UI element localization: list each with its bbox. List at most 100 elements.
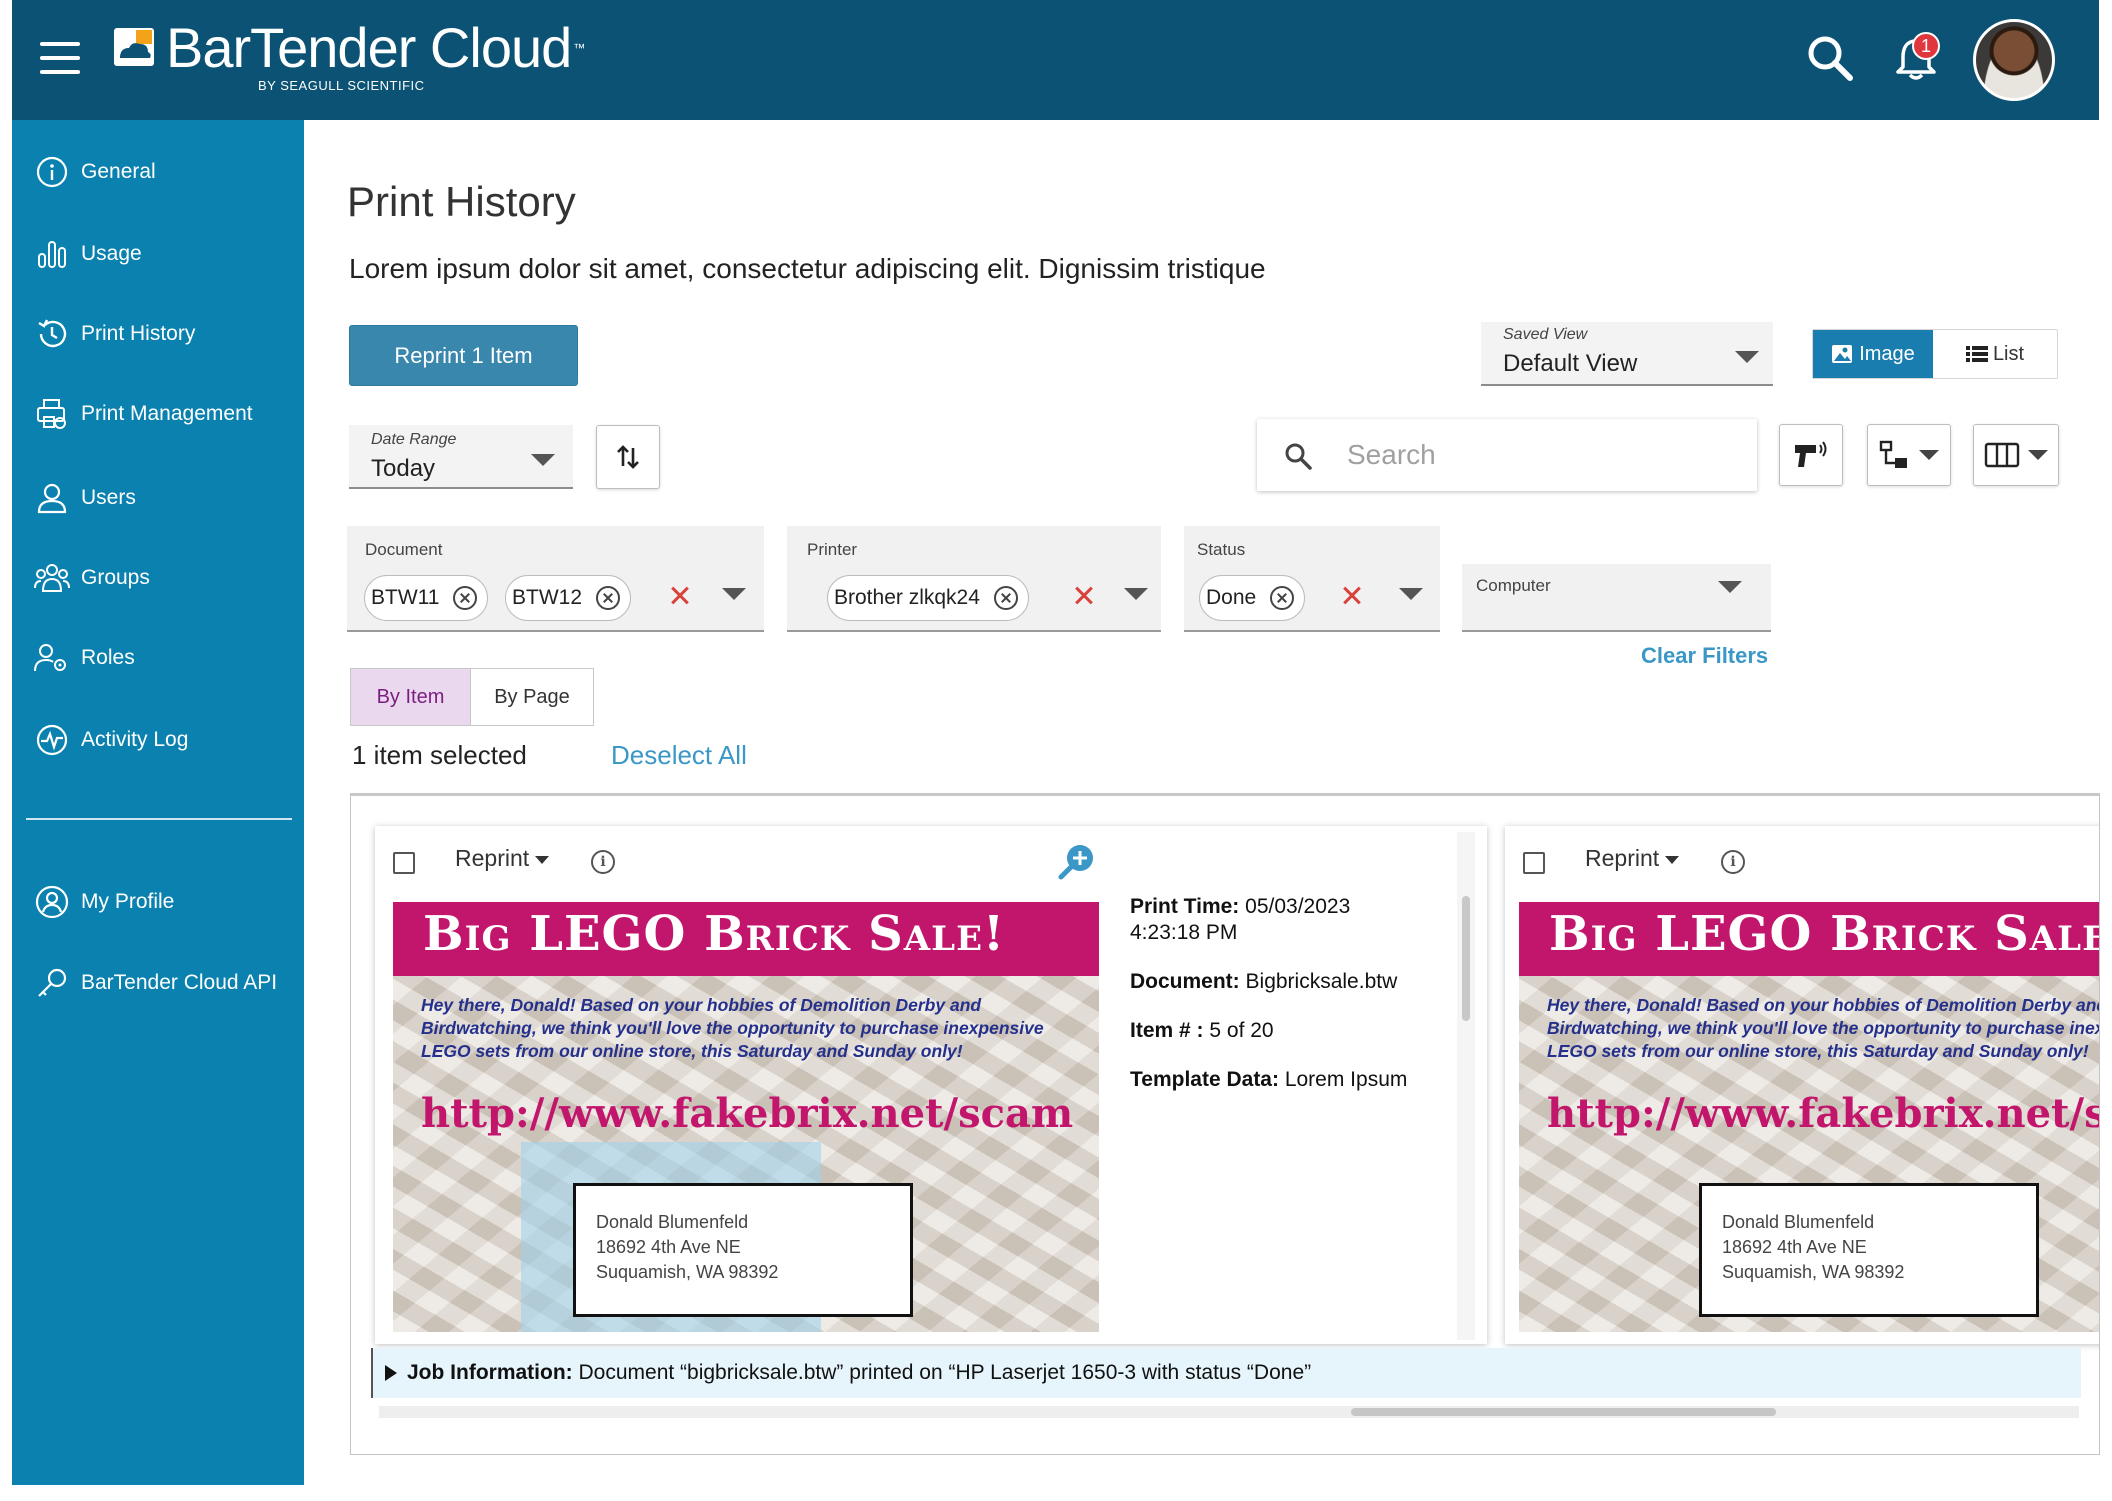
clear-printer-filter-icon[interactable] [1073,584,1095,606]
scanner-button[interactable] [1779,424,1843,486]
job-information-row[interactable]: Job Information: Document “bigbricksale.… [371,1348,2081,1398]
brand-name: BarTender Cloud [166,16,572,79]
chevron-down-icon [1735,351,1759,363]
horizontal-scrollbar[interactable] [1351,1408,1776,1416]
sidebar-item-usage[interactable]: Usage [12,226,304,282]
brand-logo[interactable]: BarTender Cloud ™ BY SEAGULL SCIENTIFIC [114,20,585,100]
printer-filter-label: Printer [807,540,858,559]
chevron-down-icon [2028,450,2048,460]
item-number-value: 5 of 20 [1209,1019,1274,1042]
reprint-dropdown-label: Reprint [1585,845,1660,871]
info-circle-icon [34,154,70,190]
sidebar-divider [26,818,292,820]
menu-icon[interactable] [40,42,80,74]
date-range-select[interactable]: Date Range Today [349,425,573,489]
sidebar-item-api[interactable]: BarTender Cloud API [12,955,304,1011]
sidebar-item-activity-log[interactable]: Activity Log [12,712,304,768]
info-icon[interactable]: i [1721,850,1745,874]
filter-chip-printer[interactable]: Brother zlkqk24 [827,575,1029,621]
user-gear-icon [34,640,70,676]
filter-chip-done[interactable]: Done [1199,575,1306,621]
group-icon [34,560,70,596]
document-filter[interactable]: Document BTW11 BTW12 [347,526,764,632]
image-icon [1832,345,1853,363]
label-address-box: Donald Blumenfeld 18692 4th Ave NE Suqua… [1699,1183,2039,1317]
label-preview-image[interactable]: Big LEGO Brick Sale! Hey there, Donald! … [393,902,1099,1332]
status-filter-label: Status [1197,540,1246,559]
sidebar-item-print-management[interactable]: Print Management [12,386,304,442]
user-icon [34,480,70,516]
chevron-down-icon[interactable] [1399,588,1423,600]
sidebar-item-users[interactable]: Users [12,470,304,526]
document-value: Bigbricksale.btw [1245,970,1398,993]
bar-chart-icon [34,236,70,272]
sidebar-item-my-profile[interactable]: My Profile [12,874,304,930]
chevron-down-icon[interactable] [722,588,746,600]
list-view-button[interactable]: List [1933,330,2057,378]
chip-remove-icon[interactable] [453,586,478,610]
chip-label: BTW11 [371,586,440,609]
saved-view-select[interactable]: Saved View Default View [1481,322,1773,386]
brand-logo-mark [114,28,158,68]
chip-remove-icon[interactable] [596,586,621,610]
chip-remove-icon[interactable] [993,586,1018,610]
sort-button[interactable] [596,425,660,489]
sidebar-item-general[interactable]: General [12,144,304,200]
template-data-label: Template Data: [1130,1068,1279,1091]
label-url: http://www.fakebrix.net/scam [421,1090,1074,1137]
printer-filter[interactable]: Printer Brother zlkqk24 [787,526,1161,632]
sidebar-item-print-history[interactable]: Print History [12,306,304,362]
reprint-dropdown[interactable]: Reprint [1585,845,1680,872]
address-line: 18692 4th Ave NE [596,1237,741,1257]
search-icon[interactable] [1802,30,1858,86]
filter-chip-btw12[interactable]: BTW12 [505,575,632,621]
chip-remove-icon[interactable] [1270,586,1295,610]
horizontal-scroll-track [379,1406,2079,1418]
chevron-down-icon [1919,450,1939,460]
zoom-in-icon[interactable] [1058,842,1096,880]
sidebar-item-groups[interactable]: Groups [12,550,304,606]
details-scrollbar[interactable] [1462,896,1470,1021]
sidebar-item-label: Print Management [81,402,253,425]
chip-label: Brother zlkqk24 [834,586,980,609]
tab-by-item[interactable]: By Item [351,669,471,725]
filter-chip-btw11[interactable]: BTW11 [364,575,489,621]
status-filter[interactable]: Status Done [1184,526,1440,632]
info-icon[interactable]: i [591,850,615,874]
chevron-down-icon[interactable] [1124,588,1148,600]
clear-document-filter-icon[interactable] [669,584,691,606]
expand-triangle-icon[interactable] [385,1365,397,1381]
user-avatar[interactable] [1973,19,2055,101]
label-banner: Big LEGO Brick Sale! [393,902,1099,976]
date-range-label: Date Range [371,431,457,448]
clear-status-filter-icon[interactable] [1341,584,1363,606]
sidebar-item-roles[interactable]: Roles [12,630,304,686]
hierarchy-dropdown-button[interactable] [1867,424,1951,486]
reprint-dropdown[interactable]: Reprint [455,845,550,872]
print-item-card[interactable]: Reprint i Big LEGO Brick Sale! Hey there… [375,826,1487,1344]
print-item-card[interactable]: Reprint i Big LEGO Brick Sale! Hey there… [1505,826,2099,1344]
notification-badge: 1 [1912,32,1940,60]
reprint-button[interactable]: Reprint 1 Item [349,325,578,386]
job-information-label: Job Information: [407,1361,573,1384]
search-input[interactable] [1347,435,1737,475]
search-icon [1285,443,1312,470]
item-checkbox[interactable] [393,852,415,874]
deselect-all-link[interactable]: Deselect All [611,740,747,771]
address-line: Suquamish, WA 98392 [1722,1262,1905,1282]
list-view-label: List [1992,342,2025,365]
caret-down-icon [535,855,550,864]
label-preview-image[interactable]: Big LEGO Brick Sale! Hey there, Donald! … [1519,902,2099,1332]
chevron-down-icon[interactable] [1718,581,1742,593]
brand-trademark: ™ [573,41,586,55]
computer-filter[interactable]: Computer [1462,564,1771,632]
notification-bell-icon[interactable]: 1 [1888,30,1944,86]
image-view-button[interactable]: Image [1813,330,1933,378]
columns-dropdown-button[interactable] [1973,424,2059,486]
address-line: Donald Blumenfeld [1722,1212,1875,1232]
tab-by-page[interactable]: By Page [471,669,593,725]
item-checkbox[interactable] [1523,852,1545,874]
print-time-date: 05/03/2023 [1245,895,1351,918]
clear-filters-link[interactable]: Clear Filters [1641,643,1768,669]
barcode-scanner-icon [1795,441,1827,467]
